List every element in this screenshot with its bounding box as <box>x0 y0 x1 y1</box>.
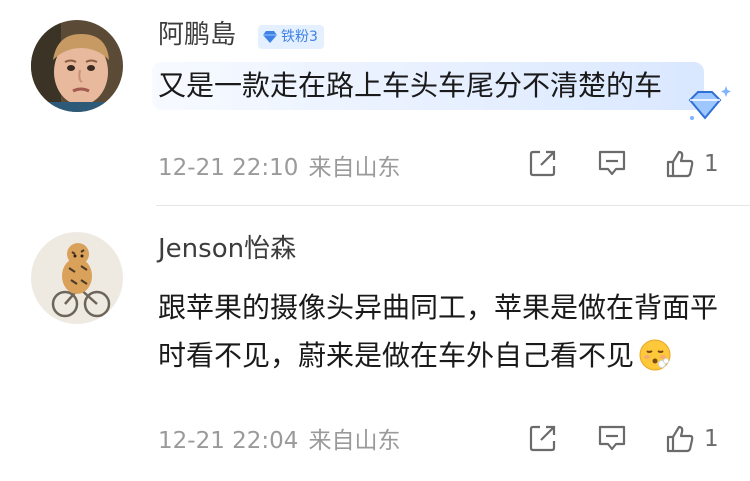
avatar[interactable] <box>31 20 123 112</box>
comment-text: 跟苹果的摄像头异曲同工，苹果是做在背面平时看不见，蔚来是做在车外自己看不见 <box>158 284 728 380</box>
share-icon <box>529 425 556 452</box>
thumbs-up-icon <box>666 150 694 178</box>
fan-badge[interactable]: 铁粉3 <box>258 25 324 49</box>
reply-button[interactable] <box>596 423 628 453</box>
like-button[interactable]: 1 <box>664 148 719 180</box>
location: 来自山东 <box>308 155 401 181</box>
like-button[interactable]: 1 <box>664 423 719 455</box>
tiger-painting-avatar-icon <box>31 232 123 324</box>
comment-item: 阿鹏島 铁粉3 又是一款走在路上车头车尾分不清楚的车 12-21 22:10 来自… <box>0 0 750 205</box>
comment-item: Jenson怡森 跟苹果的摄像头异曲同工，苹果是做在背面平时看不见，蔚来是做在车… <box>0 206 750 481</box>
like-count: 1 <box>704 151 719 177</box>
share-button[interactable] <box>528 423 558 453</box>
comment-icon <box>598 425 626 451</box>
share-icon <box>529 150 556 177</box>
share-button[interactable] <box>528 148 558 178</box>
comment-meta: 12-21 22:10 来自山东 <box>158 153 400 183</box>
username[interactable]: 阿鹏島 <box>158 17 236 53</box>
like-count: 1 <box>704 426 719 452</box>
diamond-sparkle-icon <box>688 86 731 120</box>
timestamp: 12-21 22:10 <box>158 155 299 181</box>
comment-icon <box>598 150 626 176</box>
timestamp: 12-21 22:04 <box>158 428 299 454</box>
badge-label: 铁粉3 <box>281 29 318 45</box>
reply-button[interactable] <box>596 148 628 178</box>
comment-text: 又是一款走在路上车头车尾分不清楚的车 <box>152 62 705 110</box>
face-exhaling-emoji-icon <box>639 339 671 371</box>
username[interactable]: Jenson怡森 <box>158 231 296 267</box>
comment-text-content: 跟苹果的摄像头异曲同工，苹果是做在背面平时看不见，蔚来是做在车外自己看不见 <box>158 291 719 372</box>
comment-meta: 12-21 22:04 来自山东 <box>158 426 400 456</box>
avatar[interactable] <box>31 232 123 324</box>
location: 来自山东 <box>308 428 401 454</box>
diamond-icon <box>263 31 277 43</box>
boy-avatar-icon <box>31 20 123 112</box>
thumbs-up-icon <box>666 425 694 453</box>
